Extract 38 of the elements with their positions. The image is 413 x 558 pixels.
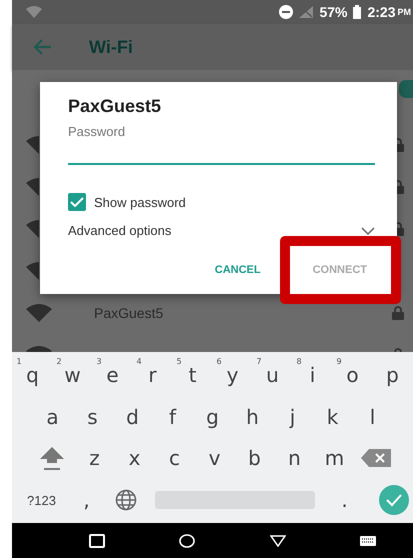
password-field[interactable]: Password [68,123,375,165]
key[interactable]: f [152,398,192,435]
key[interactable]: s [72,398,112,435]
key[interactable]: o $^{9}$ [332,356,372,393]
key[interactable]: y $^{6}$ [212,356,252,393]
key[interactable]: d [112,398,152,435]
key[interactable]: t $^{5}$ [172,356,212,393]
key[interactable]: n [274,440,314,476]
key[interactable]: r $^{4}$ [132,356,172,393]
key[interactable]: p [372,356,412,393]
clock-period: PM [398,7,411,17]
key[interactable]: e $^{3}$ [92,356,132,393]
key[interactable]: l [352,398,392,435]
key[interactable]: . [324,482,364,518]
dialog-title: PaxGuest5 [68,96,162,117]
checkbox-label: Show password [94,194,186,210]
key[interactable]: q $^{1}$ [12,356,52,393]
key[interactable]: c [154,440,194,476]
symbols-key[interactable]: ?123 [16,482,66,518]
clock: 2:23 [367,4,396,20]
key[interactable]: b [234,440,274,476]
key[interactable]: x [114,440,154,476]
screen-title: Wi-Fi [89,36,133,58]
key[interactable]: g [192,398,232,435]
key[interactable]: u $^{7}$ [252,356,292,393]
key[interactable]: k [312,398,352,435]
key[interactable]: a [32,398,72,435]
key[interactable]: j [272,398,312,435]
battery-percent: 57% [319,4,348,20]
key[interactable]: i $^{8}$ [292,356,332,393]
key[interactable]: m [314,440,354,476]
key[interactable]: v [194,440,234,476]
key[interactable]: z [74,440,114,476]
key[interactable]: w $^{2}$ [52,356,92,393]
key[interactable]: h [232,398,272,435]
key[interactable]: , [66,482,106,518]
advanced-options-label[interactable]: Advanced options [68,223,172,238]
network-name: PaxGuest5 [94,305,164,321]
